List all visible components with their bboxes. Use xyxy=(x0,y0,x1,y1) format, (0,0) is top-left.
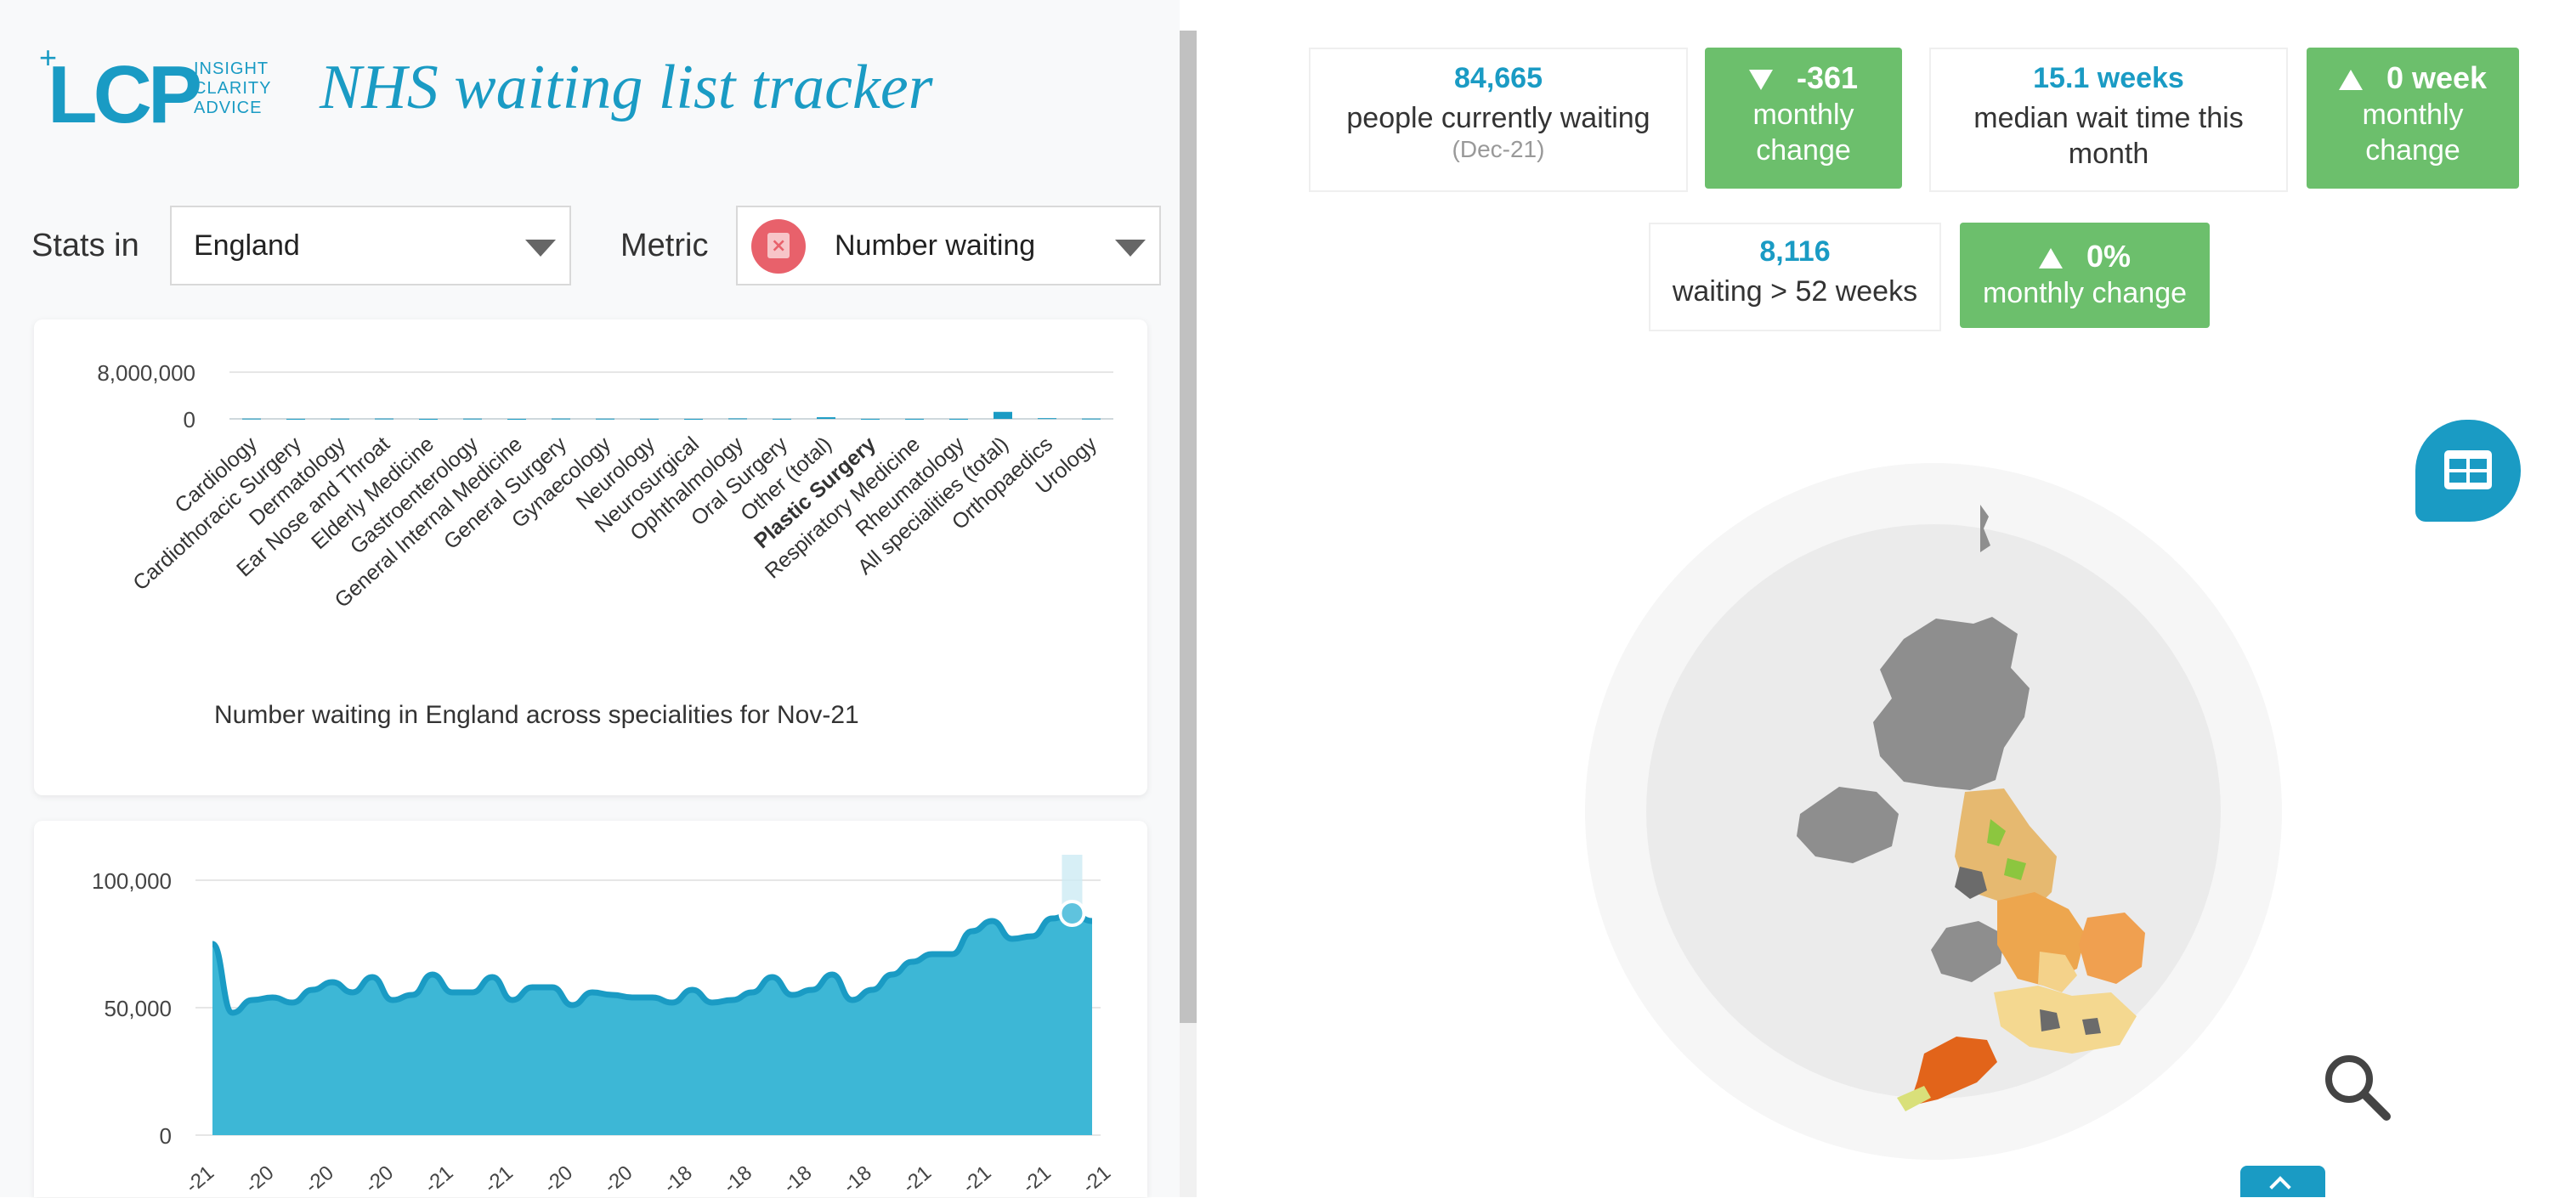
area-chart-x-tick: -21 xyxy=(959,1161,996,1197)
people-waiting-label: people currently waiting xyxy=(1346,102,1650,134)
median-change-number: 0 week xyxy=(2386,60,2488,95)
people-change-value: -361 xyxy=(1705,59,1902,97)
area-chart-x-tick: -18 xyxy=(660,1161,697,1197)
metric-select-value: Number waiting xyxy=(835,229,1036,262)
scroll-to-top-button[interactable] xyxy=(2240,1166,2325,1197)
arrow-down-icon xyxy=(1748,70,1773,91)
bar-chart-bar xyxy=(861,418,880,420)
logo-tagline-insight: INSIGHT xyxy=(194,59,269,78)
bar-chart-bar xyxy=(507,418,526,420)
uk-map-svg xyxy=(1585,463,2282,1160)
bar-chart-bar xyxy=(331,418,349,420)
bar-chart-bar xyxy=(994,411,1012,419)
bar-chart-bar xyxy=(949,418,968,420)
bar-chart-x-tick: Cardiothoracic Surgery xyxy=(128,432,306,595)
magnifier-svg xyxy=(2325,1055,2391,1121)
arrow-up-icon xyxy=(2338,70,2363,91)
area-chart-x-tick: -20 xyxy=(301,1161,338,1197)
people-waiting-date: (Dec-21) xyxy=(1452,136,1545,162)
lcp-logo: + LCP INSIGHT CLARITY ADVICE xyxy=(39,42,294,136)
area-chart-x-tick: -20 xyxy=(600,1161,637,1197)
bar-chart-bar xyxy=(684,418,703,420)
median-change-value: 0 week xyxy=(2307,59,2519,97)
stats-in-label: Stats in xyxy=(31,228,139,263)
area-chart-x-tick: -18 xyxy=(719,1161,756,1197)
median-wait-label: median wait time this month xyxy=(1973,102,2244,170)
area-chart-x-tick: -18 xyxy=(779,1161,817,1197)
area-chart-y-tick: 50,000 xyxy=(104,996,172,1021)
bar-chart-bar xyxy=(905,418,924,420)
median-wait-value: 15.1 weeks xyxy=(2033,62,2184,94)
median-wait-card: 15.1 weeks median wait time this month xyxy=(1929,48,2288,192)
logo-wordmark: LCP xyxy=(48,49,202,140)
area-chart-x-tick: -20 xyxy=(241,1161,279,1197)
long-wait-label: waiting > 52 weeks xyxy=(1672,275,1918,308)
search-icon[interactable] xyxy=(2318,1048,2395,1125)
logo-tagline-clarity: CLARITY xyxy=(194,79,272,98)
bar-chart-bar xyxy=(728,418,747,420)
bar-chart-bar xyxy=(596,418,614,420)
bar-chart-bar xyxy=(773,418,791,420)
area-chart-y-tick: 100,000 xyxy=(92,868,172,894)
people-waiting-value: 84,665 xyxy=(1454,62,1543,94)
area-chart-hover-marker xyxy=(1058,900,1086,927)
bar-chart-bar xyxy=(419,418,438,420)
left-panel: + LCP INSIGHT CLARITY ADVICE NHS waiting… xyxy=(0,0,1180,1197)
page-title: NHS waiting list tracker xyxy=(320,53,933,122)
area-chart-x-tick: -21 xyxy=(1018,1161,1056,1197)
region-select[interactable]: England xyxy=(170,206,571,285)
long-change-badge: 0% monthly change xyxy=(1960,223,2210,328)
speciality-bar-chart-card: 8,000,000 0 Cardiology Cardiothoracic Surge… xyxy=(34,319,1147,795)
bar-chart-bar xyxy=(286,418,305,420)
bar-chart-bar xyxy=(552,418,570,420)
median-change-label: monthly change xyxy=(2362,99,2464,167)
people-waiting-card: 84,665 people currently waiting (Dec-21) xyxy=(1309,48,1688,192)
long-change-label: monthly change xyxy=(1982,277,2188,309)
bar-chart-bar xyxy=(817,417,835,419)
speciality-bar-chart: 8,000,0000CardiologyCardiothoracic Surge… xyxy=(97,360,1113,613)
people-change-label: monthly change xyxy=(1752,99,1854,167)
long-change-number: 0% xyxy=(2086,239,2132,274)
area-chart-x-tick: -18 xyxy=(839,1161,876,1197)
arrow-up-icon xyxy=(2038,248,2063,269)
metric-select[interactable]: Number waiting xyxy=(736,206,1161,285)
area-chart-x-tick: -20 xyxy=(360,1161,398,1197)
calendar-x-icon xyxy=(751,219,806,274)
bar-chart-title: Number waiting in England across special… xyxy=(214,701,859,729)
logo-tagline: INSIGHT CLARITY ADVICE xyxy=(194,59,271,118)
long-wait-value: 8,116 xyxy=(1759,235,1831,268)
uk-region-map[interactable] xyxy=(1581,459,2286,1164)
left-panel-scrollbar-thumb[interactable] xyxy=(1180,31,1197,1023)
median-change-badge: 0 week monthly change xyxy=(2307,48,2519,189)
bar-chart-bar xyxy=(375,418,393,420)
bar-chart-bar xyxy=(463,418,482,420)
area-chart-x-tick: -21 xyxy=(1078,1161,1115,1197)
region-select-value: England xyxy=(194,229,300,262)
people-change-number: -361 xyxy=(1796,60,1859,95)
people-change-badge: -361 monthly change xyxy=(1705,48,1902,189)
area-chart-x-tick: -21 xyxy=(898,1161,936,1197)
bar-chart-y-tick: 8,000,000 xyxy=(97,360,195,386)
area-chart-x-tick: -21 xyxy=(181,1161,218,1197)
area-chart-x-tick: -21 xyxy=(480,1161,518,1197)
bar-chart-bar xyxy=(1038,418,1056,420)
table-icon xyxy=(2444,450,2492,489)
long-change-value: 0% xyxy=(1960,238,2210,275)
chevron-down-icon xyxy=(1115,240,1146,257)
bar-chart-bar xyxy=(242,418,261,420)
waiting-trend-area-chart: 100,000 50,000 0 -21 -20 -20 -20 -21 -21 -20 -20 -1… xyxy=(92,855,1115,1197)
trend-area-chart-card: 100,000 50,000 0 -21 -20 -20 -20 -21 -21 -20 -20 -1… xyxy=(34,821,1147,1197)
table-view-button[interactable] xyxy=(2415,420,2521,522)
long-wait-card: 8,116 waiting > 52 weeks xyxy=(1649,223,1941,331)
area-chart-x-tick: -21 xyxy=(421,1161,458,1197)
logo-tagline-advice: ADVICE xyxy=(194,99,263,117)
bar-chart-y-tick: 0 xyxy=(184,407,195,432)
metric-label: Metric xyxy=(620,228,709,263)
area-chart-y-tick: 0 xyxy=(160,1123,172,1149)
bar-chart-bar xyxy=(640,418,659,420)
bar-chart-bar xyxy=(1082,418,1101,420)
chevron-down-icon xyxy=(525,240,556,257)
area-chart-x-tick: -20 xyxy=(540,1161,577,1197)
